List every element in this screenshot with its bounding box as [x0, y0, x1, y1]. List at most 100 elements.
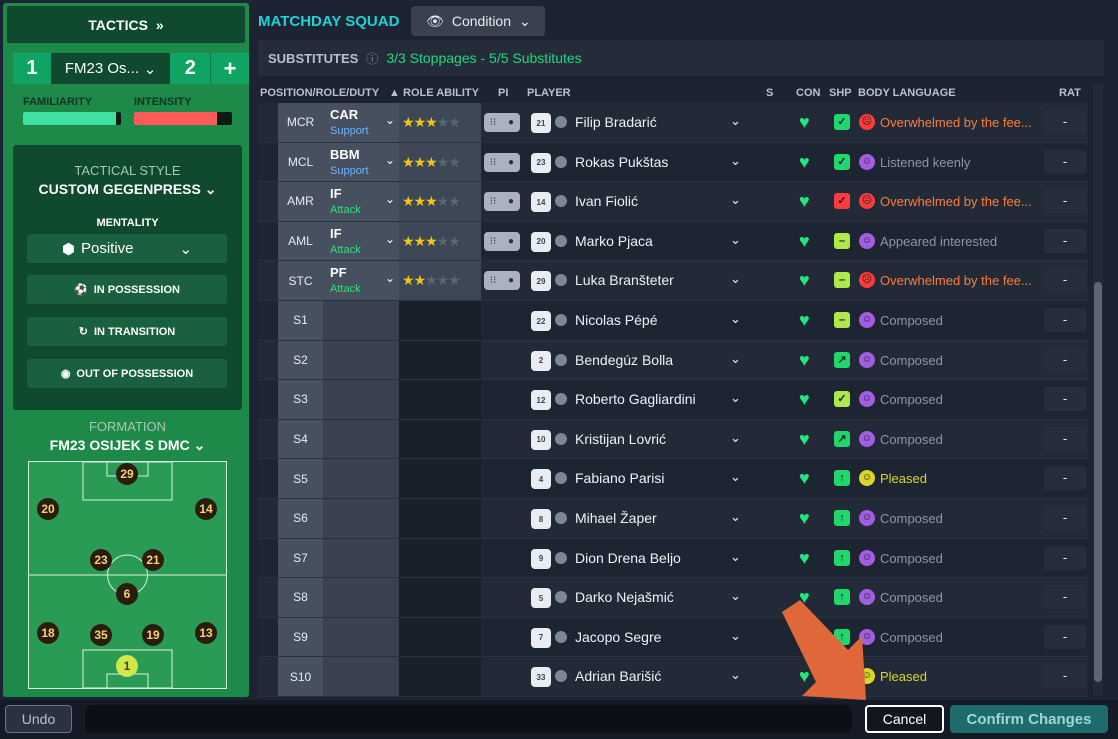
- player-instructions-button[interactable]: ⁝⁝ ●: [484, 113, 520, 132]
- table-row[interactable]: S2 2 Bendegúz Bolla ⌄ ♥ ↗ ☺ Composed -: [258, 340, 1088, 381]
- role-cell[interactable]: PF Attack ⌄: [323, 261, 399, 300]
- pitch-player-aml[interactable]: 20: [37, 498, 59, 520]
- role-cell[interactable]: CAR Support ⌄: [323, 103, 399, 142]
- player-name[interactable]: Adrian Barišić: [575, 668, 661, 684]
- chevron-down-icon[interactable]: ⌄: [730, 628, 741, 644]
- player-name[interactable]: Roberto Gagliardini: [575, 391, 696, 407]
- role-cell[interactable]: IF Attack ⌄: [323, 182, 399, 221]
- player-name[interactable]: Filip Bradarić: [575, 114, 657, 130]
- scrollbar-thumb[interactable]: [1094, 282, 1102, 682]
- position-cell[interactable]: S4: [278, 419, 323, 459]
- player-name[interactable]: Marko Pjaca: [575, 233, 653, 249]
- chevron-down-icon[interactable]: ⌄: [730, 192, 741, 208]
- pitch-player-gk[interactable]: 1: [116, 655, 138, 677]
- player-name[interactable]: Rokas Pukštas: [575, 154, 668, 170]
- info-icon[interactable]: ⓘ: [366, 50, 378, 67]
- condition-view-button[interactable]: 👁 Condition ⌄: [411, 6, 546, 36]
- pitch-player-dcr[interactable]: 19: [142, 624, 164, 646]
- role-cell[interactable]: IF Attack ⌄: [323, 221, 399, 261]
- in-transition-button[interactable]: ↻ IN TRANSITION: [27, 317, 227, 346]
- position-cell[interactable]: S6: [278, 499, 323, 538]
- message-field[interactable]: [85, 705, 852, 733]
- table-row[interactable]: S1033Adrian Barišić⌄♥↑☺Pleased-: [258, 657, 1088, 697]
- position-cell[interactable]: S5: [278, 459, 323, 498]
- col-player[interactable]: PLAYER: [527, 87, 571, 99]
- col-rat[interactable]: RAT: [1059, 87, 1081, 99]
- player-name[interactable]: Mihael Žaper: [575, 510, 657, 526]
- table-row[interactable]: S97Jacopo Segre⌄♥↑☺Composed-: [258, 617, 1088, 658]
- table-row[interactable]: S4 10 Kristijan Lovrić ⌄ ♥ ↗ ☺ Composed -: [258, 419, 1088, 460]
- role-cell[interactable]: BBM Support ⌄: [323, 142, 399, 182]
- intensity-meter[interactable]: [134, 112, 232, 125]
- tactics-header[interactable]: TACTICS »: [7, 6, 245, 43]
- in-possession-button[interactable]: ⚽ IN POSSESSION: [27, 275, 227, 304]
- position-cell[interactable]: MCR: [278, 103, 323, 142]
- position-cell[interactable]: STC: [278, 261, 323, 300]
- pitch-player-amr[interactable]: 14: [195, 498, 217, 520]
- table-row[interactable]: AML IF Attack ⌄ ★★★★★ ⁝⁝ ● 20 Marko Pjaca ⌄ ♥ –…: [258, 221, 1088, 262]
- table-row[interactable]: S6 8 Mihael Žaper ⌄ ♥ ↑ ☺ Composed -: [258, 499, 1088, 539]
- col-body-language[interactable]: BODY LANGUAGE: [858, 87, 956, 99]
- player-instructions-button[interactable]: ⁝⁝ ●: [484, 152, 520, 172]
- pitch-player-dl[interactable]: 18: [37, 622, 59, 644]
- undo-button[interactable]: Undo: [5, 705, 72, 733]
- position-cell[interactable]: MCL: [278, 142, 323, 182]
- table-row[interactable]: STC PF Attack ⌄ ★★★★★ ⁝⁝ ● 29 Luka Branštete…: [258, 261, 1088, 301]
- col-con[interactable]: CON: [796, 87, 820, 99]
- position-cell[interactable]: S9: [278, 617, 323, 657]
- player-name[interactable]: Bendegúz Bolla: [575, 352, 673, 368]
- player-name[interactable]: Luka Branšteter: [575, 272, 674, 288]
- pitch-player-dcl[interactable]: 35: [90, 624, 112, 646]
- col-pi[interactable]: PI: [498, 87, 508, 99]
- chevron-down-icon[interactable]: ⌄: [730, 351, 741, 367]
- pitch-player-mcl[interactable]: 23: [90, 549, 112, 571]
- out-of-possession-button[interactable]: ◉ OUT OF POSSESSION: [27, 359, 227, 388]
- player-name[interactable]: Kristijan Lovrić: [575, 431, 666, 447]
- player-name[interactable]: Dion Drena Beljo: [575, 550, 681, 566]
- familiarity-meter[interactable]: [23, 112, 121, 125]
- chevron-down-icon[interactable]: ⌄: [730, 113, 741, 129]
- position-cell[interactable]: S3: [278, 380, 323, 419]
- pitch-player-mcr[interactable]: 21: [142, 549, 164, 571]
- position-cell[interactable]: S10: [278, 657, 323, 696]
- tactic-slot-2[interactable]: 2: [170, 53, 211, 84]
- tactic-slot-1[interactable]: 1: [13, 53, 51, 84]
- table-row[interactable]: S1 22 Nicolas Pépé ⌄ ♥ – ☺ Composed -: [258, 301, 1088, 341]
- chevron-down-icon[interactable]: ⌄: [730, 271, 741, 287]
- player-name[interactable]: Nicolas Pépé: [575, 312, 658, 328]
- pitch-player-st[interactable]: 29: [116, 463, 138, 485]
- table-row[interactable]: AMR IF Attack ⌄ ★★★★★ ⁝⁝ ● 14 Ivan Fiolić ⌄ ♥ ✓…: [258, 182, 1088, 222]
- table-row[interactable]: MCL BBM Support ⌄ ★★★★★ ⁝⁝ ● 23 Rokas Pukšta…: [258, 142, 1088, 183]
- position-cell[interactable]: S7: [278, 538, 323, 578]
- chevron-down-icon[interactable]: ⌄: [730, 153, 741, 169]
- col-position[interactable]: POSITION/ROLE/DUTY: [260, 87, 379, 99]
- player-name[interactable]: Jacopo Segre: [575, 629, 661, 645]
- pitch-player-dm[interactable]: 6: [116, 583, 138, 605]
- position-cell[interactable]: AML: [278, 221, 323, 261]
- add-tactic-button[interactable]: +: [210, 53, 249, 84]
- chevron-down-icon[interactable]: ⌄: [730, 549, 741, 565]
- position-cell[interactable]: AMR: [278, 182, 323, 221]
- chevron-down-icon[interactable]: ⌄: [730, 430, 741, 446]
- chevron-down-icon[interactable]: ⌄: [730, 311, 741, 327]
- player-instructions-button[interactable]: ⁝⁝ ●: [484, 271, 520, 291]
- cancel-button[interactable]: Cancel: [865, 705, 944, 733]
- formation-dropdown[interactable]: FM23 OSIJEK S DMC ⌄: [13, 437, 242, 454]
- chevron-down-icon[interactable]: ⌄: [730, 667, 741, 683]
- tactic-dropdown[interactable]: FM23 Os... ⌄: [50, 53, 171, 84]
- chevron-down-icon[interactable]: ⌄: [730, 232, 741, 248]
- position-cell[interactable]: S8: [278, 578, 323, 617]
- position-cell[interactable]: S1: [278, 301, 323, 340]
- chevron-down-icon[interactable]: ⌄: [730, 509, 741, 525]
- chevron-down-icon[interactable]: ⌄: [730, 390, 741, 406]
- player-name[interactable]: Darko Nejašmić: [575, 589, 674, 605]
- table-row[interactable]: S3 12 Roberto Gagliardini ⌄ ♥ ✓ ☺ Composed -: [258, 380, 1088, 420]
- tactical-style-dropdown[interactable]: CUSTOM GEGENPRESS ⌄: [13, 181, 242, 198]
- col-shp[interactable]: SHP: [829, 87, 852, 99]
- col-s[interactable]: S: [766, 87, 773, 99]
- player-instructions-button[interactable]: ⁝⁝ ●: [484, 192, 520, 212]
- chevron-down-icon[interactable]: ⌄: [730, 469, 741, 485]
- mentality-dropdown[interactable]: ⬢ Positive ⌄: [27, 234, 227, 263]
- player-instructions-button[interactable]: ⁝⁝ ●: [484, 231, 520, 251]
- player-name[interactable]: Ivan Fiolić: [575, 193, 638, 209]
